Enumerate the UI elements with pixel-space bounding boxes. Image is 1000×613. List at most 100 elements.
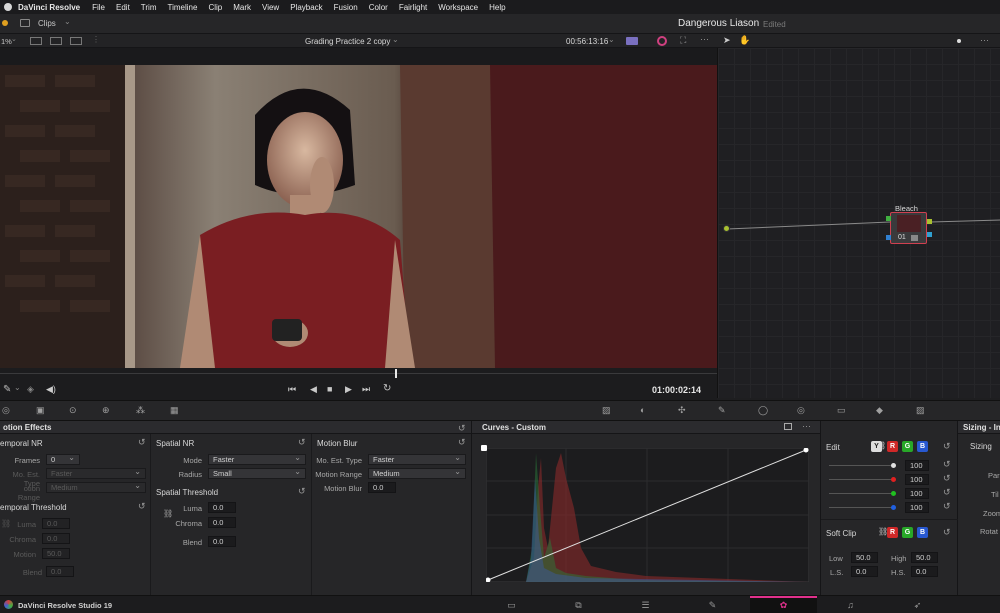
menu-playback[interactable]: Playback: [290, 3, 322, 12]
edit-g-value[interactable]: 100: [905, 488, 929, 499]
audio-icon[interactable]: ◀): [46, 384, 56, 395]
frames-select[interactable]: 0: [46, 453, 80, 465]
picker-icon[interactable]: ✎: [718, 405, 726, 416]
cut-page-icon[interactable]: ⧉: [545, 596, 612, 613]
spatial-radius-select[interactable]: Small: [208, 467, 306, 479]
menu-trim[interactable]: Trim: [141, 3, 157, 12]
menu-file[interactable]: File: [92, 3, 105, 12]
eyedropper-icon[interactable]: ✎: [3, 384, 11, 395]
edit-b-dot-icon[interactable]: [891, 505, 896, 510]
clip-name-dropdown[interactable]: Grading Practice 2 copy: [305, 37, 390, 46]
single-viewer-icon[interactable]: [30, 37, 42, 45]
menu-app-name[interactable]: DaVinci Resolve: [18, 3, 80, 12]
curves-white-point-icon[interactable]: [481, 445, 487, 451]
qualifier-icon[interactable]: ✣: [678, 405, 686, 416]
blur-motion-range-select[interactable]: Medium: [368, 467, 466, 479]
high-field[interactable]: 50.0: [911, 552, 938, 563]
edit-y-chip[interactable]: Y: [871, 441, 882, 452]
bleach-node[interactable]: 01: [890, 212, 927, 244]
edit-y-value[interactable]: 100: [905, 460, 929, 471]
ls-field[interactable]: 0.0: [851, 566, 878, 577]
more-icon[interactable]: ⋮: [92, 35, 100, 44]
tracker-icon[interactable]: ◎: [797, 405, 805, 416]
soft-clip-r-chip[interactable]: R: [887, 527, 898, 538]
node-input-blue-icon[interactable]: [886, 235, 891, 240]
spatial-luma-field[interactable]: 0.0: [208, 502, 236, 513]
options-icon[interactable]: ···: [700, 34, 709, 44]
temporal-nr-reset-icon[interactable]: ↺: [138, 437, 146, 448]
hand-icon[interactable]: ✋: [739, 35, 750, 46]
grid-viewer-icon[interactable]: [70, 37, 82, 45]
chevron-down-icon[interactable]: ⌄: [64, 17, 71, 26]
node-input-green-icon[interactable]: [886, 216, 891, 221]
spatial-nr-reset-icon[interactable]: ↺: [298, 437, 306, 448]
timecode-chevron-icon[interactable]: ⌄: [608, 35, 615, 44]
split-viewer-icon[interactable]: [50, 37, 62, 45]
menu-help[interactable]: Help: [489, 3, 505, 12]
edit-g-dot-icon[interactable]: [891, 491, 896, 496]
menu-mark[interactable]: Mark: [233, 3, 251, 12]
temporal-motion-range-select[interactable]: Medium: [46, 481, 146, 493]
deliver-page-icon[interactable]: ➶: [884, 596, 951, 613]
menu-clip[interactable]: Clip: [208, 3, 222, 12]
curves-icon[interactable]: ▨: [602, 405, 611, 416]
clips-dropdown[interactable]: Clips: [38, 19, 56, 28]
menu-color[interactable]: Color: [369, 3, 388, 12]
fusion-page-icon[interactable]: ✎: [679, 596, 746, 613]
edit-r-chip[interactable]: R: [887, 441, 898, 452]
edit-y-dot-icon[interactable]: [891, 463, 896, 468]
menu-view[interactable]: View: [262, 3, 279, 12]
edit-reset-icon[interactable]: ↺: [943, 441, 951, 452]
key-icon[interactable]: ▨: [916, 405, 925, 416]
scrub-bar[interactable]: [0, 368, 717, 380]
menu-edit[interactable]: Edit: [116, 3, 130, 12]
source-timecode[interactable]: 00:56:13:16: [566, 37, 608, 46]
node-editor[interactable]: Bleach 01: [717, 48, 1000, 398]
window-icon[interactable]: ◯: [758, 405, 768, 416]
low-field[interactable]: 50.0: [851, 552, 878, 563]
zoom-chevron-icon[interactable]: ⌄: [11, 35, 17, 43]
layers-icon[interactable]: ◈: [27, 384, 34, 395]
play-icon[interactable]: ▶: [345, 384, 352, 395]
eyedropper-chevron-icon[interactable]: ⌄: [14, 383, 21, 392]
stop-icon[interactable]: ■: [327, 384, 332, 394]
edit-g-reset-icon[interactable]: ↺: [943, 487, 951, 498]
pointer-icon[interactable]: ➤: [723, 35, 731, 46]
edit-b-reset-icon[interactable]: ↺: [943, 501, 951, 512]
spatial-mode-select[interactable]: Faster: [208, 453, 306, 465]
blur-mo-est-select[interactable]: Faster: [368, 453, 466, 465]
spatial-threshold-reset-icon[interactable]: ↺: [298, 486, 306, 497]
color-wheel-icon[interactable]: [657, 36, 667, 46]
menu-fusion[interactable]: Fusion: [334, 3, 358, 12]
curves-graph[interactable]: [486, 448, 809, 582]
curves-options-icon[interactable]: ···: [802, 421, 811, 431]
menu-timeline[interactable]: Timeline: [168, 3, 198, 12]
edit-r-reset-icon[interactable]: ↺: [943, 473, 951, 484]
spatial-blend-field[interactable]: 0.0: [208, 536, 236, 547]
monitor-icon[interactable]: [626, 37, 638, 45]
fairlight-page-icon[interactable]: ♫: [817, 596, 884, 613]
node-output-blue-icon[interactable]: [927, 232, 932, 237]
temporal-blend-field[interactable]: 0.0: [46, 566, 74, 577]
playhead[interactable]: [395, 369, 397, 378]
hs-field[interactable]: 0.0: [911, 566, 938, 577]
color-warper-icon[interactable]: ◐: [640, 405, 645, 415]
go-to-end-icon[interactable]: ⏭: [362, 384, 370, 395]
soft-clip-b-chip[interactable]: B: [917, 527, 928, 538]
temporal-luma-field[interactable]: 0.0: [42, 518, 70, 529]
media-page-icon[interactable]: ▭: [478, 596, 545, 613]
color-match-icon[interactable]: ▣: [36, 405, 45, 416]
motion-effects-reset-icon[interactable]: ↺: [458, 423, 466, 434]
temporal-motion-field[interactable]: 50.0: [42, 548, 70, 559]
hdr-icon[interactable]: ⊕: [102, 405, 110, 416]
viewer[interactable]: [0, 48, 717, 368]
camera-raw-icon[interactable]: ◎: [2, 405, 10, 416]
node-options-icon[interactable]: ···: [980, 35, 989, 45]
curves-mode-icon[interactable]: [784, 423, 792, 430]
rgb-mixer-icon[interactable]: ⁂: [136, 405, 145, 416]
motion-blur-reset-icon[interactable]: ↺: [458, 437, 466, 448]
node-output-green-icon[interactable]: [927, 219, 932, 224]
color-page-icon[interactable]: ✿: [750, 596, 817, 613]
motion-effects-icon[interactable]: ▦: [170, 405, 179, 416]
edit-r-dot-icon[interactable]: [891, 477, 896, 482]
